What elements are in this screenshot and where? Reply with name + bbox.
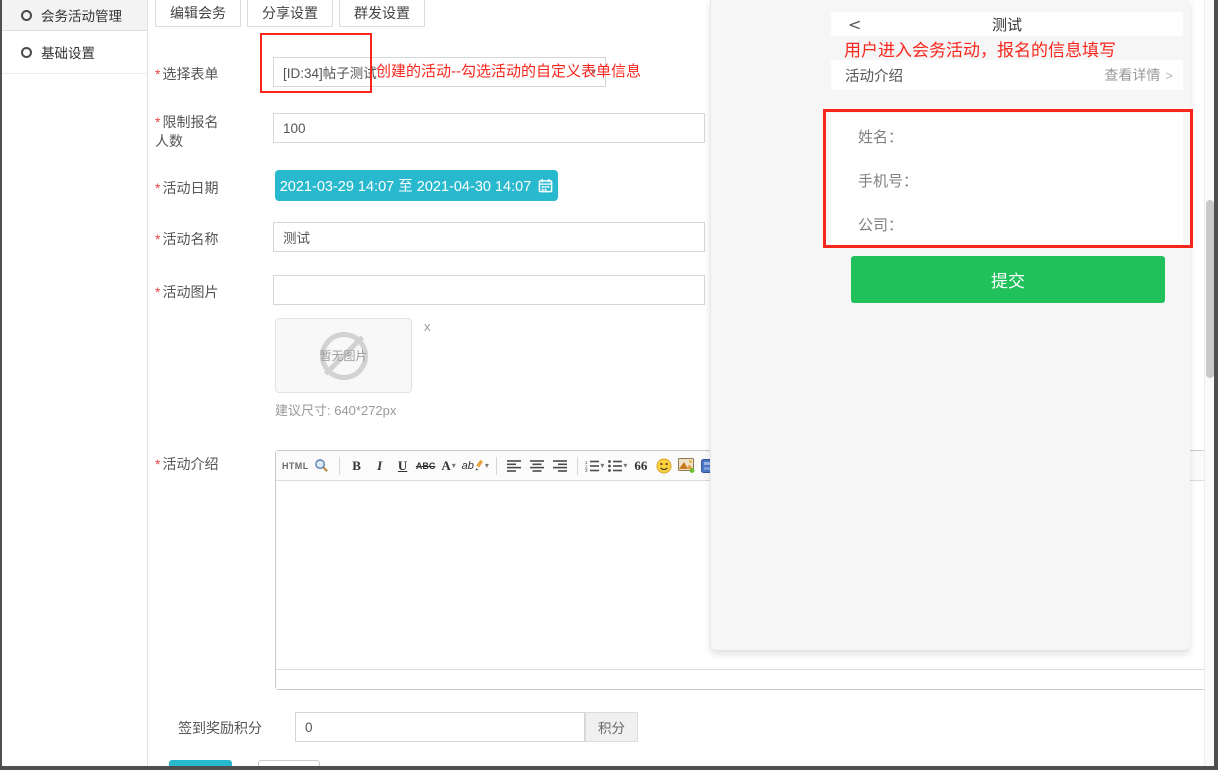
activity-name-label: *活动名称 bbox=[155, 229, 218, 249]
remove-image-icon[interactable]: x bbox=[424, 319, 431, 334]
name-field-label[interactable]: 姓名： bbox=[858, 126, 1183, 170]
pencil-icon bbox=[475, 460, 484, 471]
bold-icon[interactable]: B bbox=[347, 455, 367, 477]
view-detail-link[interactable]: 查看详情 > bbox=[1104, 65, 1173, 85]
required-mark: * bbox=[155, 114, 160, 130]
intro-row: 活动介绍 查看详情 > bbox=[831, 60, 1183, 90]
activity-name-input[interactable] bbox=[273, 222, 705, 252]
no-image-text: 暂无图片 bbox=[320, 347, 368, 364]
activity-intro-label: *活动介绍 bbox=[155, 454, 218, 474]
preview-title: 测试 bbox=[831, 14, 1183, 35]
points-unit-addon: 积分 bbox=[585, 712, 638, 742]
select-form-label: *选择表单 bbox=[155, 64, 218, 84]
submit-button[interactable]: 提交 bbox=[851, 256, 1165, 303]
chevron-down-icon: ▾ bbox=[600, 461, 604, 470]
html-source-icon[interactable]: HTML bbox=[282, 455, 309, 477]
date-range-button[interactable]: 2021-03-29 14:07 至 2021-04-30 14:07 bbox=[275, 170, 558, 201]
sidebar: 会务活动管理 基础设置 bbox=[2, 0, 148, 766]
annotation-text: 创建的活动--勾选活动的自定义表单信息 bbox=[376, 60, 641, 81]
chevron-down-icon: ▾ bbox=[623, 461, 627, 470]
sidebar-item-label: 会务活动管理 bbox=[41, 5, 122, 25]
align-center-icon[interactable] bbox=[527, 455, 547, 477]
circle-bullet-icon bbox=[21, 10, 32, 21]
align-left-icon[interactable] bbox=[504, 455, 524, 477]
tab-share-settings[interactable]: 分享设置 bbox=[247, 0, 333, 27]
activity-image-input[interactable] bbox=[273, 275, 705, 305]
blockquote-icon[interactable]: 66 bbox=[631, 455, 651, 477]
editor-statusbar bbox=[276, 669, 1204, 689]
ordered-list-icon[interactable]: 123 ▾ bbox=[585, 455, 605, 477]
font-color-icon[interactable]: A ▾ bbox=[439, 455, 459, 477]
calendar-icon bbox=[538, 178, 553, 193]
window-border-right bbox=[1214, 0, 1218, 770]
tab-broadcast-settings[interactable]: 群发设置 bbox=[339, 0, 425, 27]
annotation-text: 用户进入会务活动，报名的信息填写 bbox=[844, 36, 1116, 61]
emoticon-icon[interactable] bbox=[654, 455, 674, 477]
activity-date-label: *活动日期 bbox=[155, 178, 218, 198]
window-border-left bbox=[0, 0, 2, 770]
underline-icon[interactable]: U bbox=[393, 455, 413, 477]
preview-icon[interactable] bbox=[312, 455, 332, 477]
company-field-label[interactable]: 公司： bbox=[858, 214, 1183, 258]
toolbar-separator bbox=[339, 457, 340, 475]
scrollbar-track[interactable] bbox=[1204, 0, 1214, 766]
chevron-down-icon: ▾ bbox=[485, 461, 489, 470]
tab-edit-conference[interactable]: 编辑会务 bbox=[155, 0, 241, 27]
scrollbar-thumb[interactable] bbox=[1206, 200, 1214, 378]
chevron-right-icon: > bbox=[1165, 68, 1173, 83]
required-mark: * bbox=[155, 66, 160, 82]
italic-icon[interactable]: I bbox=[370, 455, 390, 477]
sidebar-item-conference-management[interactable]: 会务活动管理 bbox=[2, 0, 147, 31]
preview-header: < 测试 bbox=[831, 12, 1183, 36]
highlight-icon[interactable]: ab ▾ bbox=[462, 455, 489, 477]
chevron-down-icon: ▾ bbox=[452, 461, 456, 470]
signin-points-input[interactable] bbox=[295, 712, 585, 742]
phone-field-label[interactable]: 手机号： bbox=[858, 170, 1183, 214]
strikethrough-icon[interactable]: ABC bbox=[416, 455, 436, 477]
circle-bullet-icon bbox=[21, 47, 32, 58]
svg-text:3: 3 bbox=[585, 468, 588, 472]
limit-people-label: *限制报名人数 bbox=[155, 113, 229, 151]
required-mark: * bbox=[155, 180, 160, 196]
image-size-hint: 建议尺寸: 640*272px bbox=[275, 400, 396, 419]
unordered-list-icon[interactable]: ▾ bbox=[608, 455, 628, 477]
activity-image-label: *活动图片 bbox=[155, 282, 218, 302]
window-border-bottom bbox=[0, 766, 1218, 770]
sidebar-item-label: 基础设置 bbox=[41, 42, 95, 62]
required-mark: * bbox=[155, 284, 160, 300]
toolbar-separator bbox=[577, 457, 578, 475]
no-image-icon: 暂无图片 bbox=[320, 332, 368, 380]
image-icon[interactable] bbox=[677, 455, 697, 477]
required-mark: * bbox=[155, 456, 160, 472]
intro-label: 活动介绍 bbox=[845, 65, 903, 86]
app-window: 会务活动管理 基础设置 编辑会务 分享设置 群发设置 *选择表单 [ID:34]… bbox=[0, 0, 1218, 770]
signup-form: 姓名： 手机号： 公司： bbox=[831, 113, 1183, 244]
sidebar-item-basic-settings[interactable]: 基础设置 bbox=[2, 31, 147, 74]
required-mark: * bbox=[155, 231, 160, 247]
signin-points-label: 签到奖励积分 bbox=[178, 718, 262, 738]
date-range-text: 2021-03-29 14:07 至 2021-04-30 14:07 bbox=[280, 175, 532, 196]
align-right-icon[interactable] bbox=[550, 455, 570, 477]
toolbar-separator bbox=[496, 457, 497, 475]
image-preview-box[interactable]: 暂无图片 bbox=[275, 318, 412, 393]
form-select-value: [ID:34]帖子测试 bbox=[283, 62, 377, 82]
back-chevron-icon[interactable]: < bbox=[848, 15, 861, 34]
limit-people-input[interactable] bbox=[273, 113, 705, 143]
tab-bar: 编辑会务 分享设置 群发设置 bbox=[155, 0, 425, 27]
mobile-preview-panel: < 测试 用户进入会务活动，报名的信息填写 活动介绍 查看详情 > 姓名： 手机… bbox=[710, 0, 1190, 651]
